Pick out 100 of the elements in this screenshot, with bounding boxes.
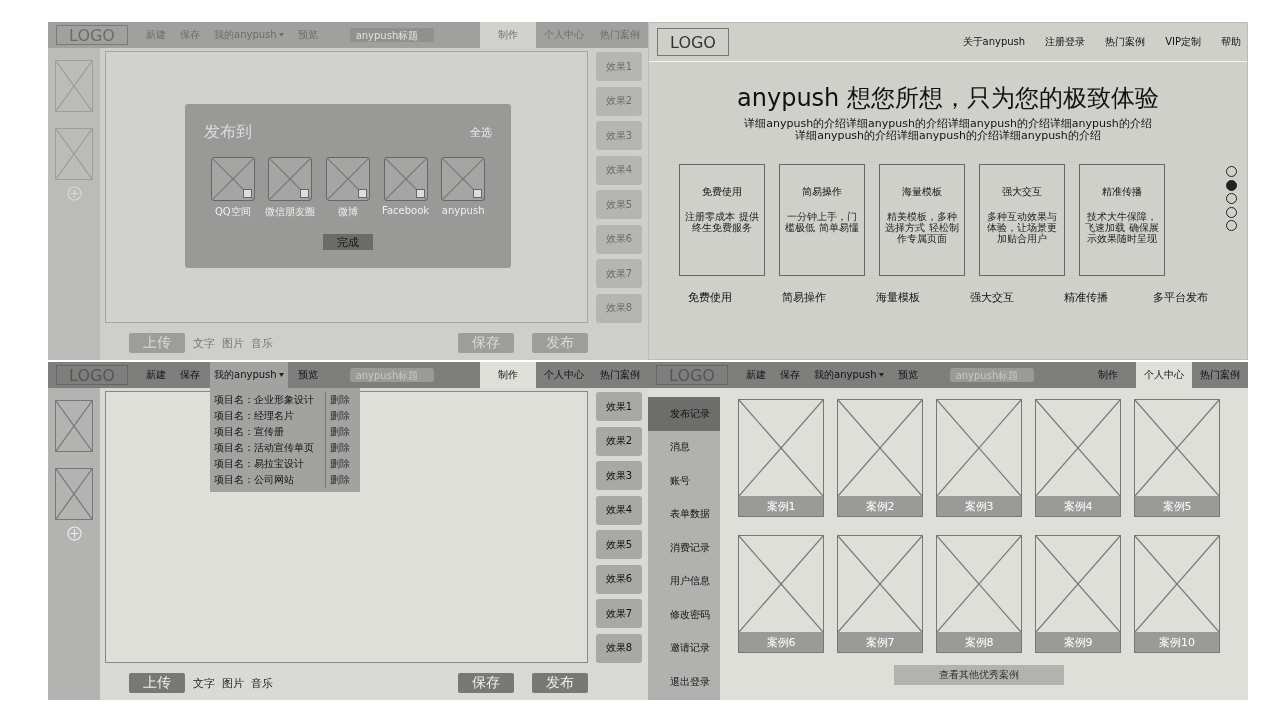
effect-button[interactable]: 效果1 [596, 392, 642, 421]
search-field[interactable]: anypush标题 [349, 28, 434, 42]
carousel-dot[interactable] [1226, 179, 1237, 191]
sidebar-item[interactable]: 用户信息 [648, 564, 720, 598]
nav-link[interactable]: 注册登录 [1045, 35, 1086, 49]
case-card[interactable]: 案例3 [936, 399, 1022, 517]
menu-item[interactable]: 项目名：经理名片 [214, 409, 294, 423]
effect-button[interactable]: 效果7 [596, 599, 642, 628]
menu-item[interactable]: 项目名：易拉宝设计 [214, 457, 304, 471]
effect-button[interactable]: 效果4 [596, 155, 642, 185]
page-thumbnail[interactable] [55, 60, 93, 112]
nav-item[interactable]: 预览 [893, 362, 922, 388]
upload-button[interactable]: 上传 [129, 673, 185, 693]
effect-button[interactable]: 效果3 [596, 461, 642, 490]
done-button[interactable]: 完成 [323, 234, 373, 250]
menu-item[interactable]: 项目名：公司网站 [214, 473, 294, 487]
save-button[interactable]: 保存 [458, 673, 514, 693]
case-card[interactable]: 案例4 [1035, 399, 1121, 517]
dropdown-nav-item[interactable]: 我的anypush [210, 362, 288, 388]
checkbox[interactable] [242, 189, 252, 198]
case-card[interactable]: 案例8 [936, 535, 1022, 653]
menu-item[interactable]: 项目名：企业形象设计 [214, 393, 314, 407]
dropdown-nav-item[interactable]: 我的anypush [810, 362, 888, 388]
checkbox[interactable] [358, 189, 367, 198]
platform-tile[interactable] [383, 157, 428, 201]
effect-button[interactable]: 效果4 [596, 495, 642, 525]
page-thumbnail[interactable] [55, 468, 93, 520]
effect-button[interactable]: 效果8 [596, 633, 642, 663]
sidebar-item[interactable]: 发布记录 [648, 397, 720, 431]
sidebar-item[interactable]: 账号 [648, 464, 720, 498]
hero-subtitle: 详细anypush的介绍详细anypush的介绍详细anypush的介绍详细anypush的介绍 [743, 118, 1153, 130]
sidebar-item[interactable]: 修改密码 [648, 598, 720, 632]
checkbox[interactable] [473, 189, 483, 198]
tool-link[interactable]: 音乐 [251, 335, 273, 351]
tab[interactable]: 制作 [480, 362, 536, 388]
tool-link[interactable]: 图片 [222, 335, 244, 351]
effect-button[interactable]: 效果2 [596, 86, 642, 116]
platform-tile[interactable] [268, 157, 313, 201]
platform-tile[interactable] [326, 157, 370, 201]
publish-button[interactable]: 发布 [532, 673, 588, 693]
more-cases-button[interactable]: 查看其他优秀案例 [894, 665, 1064, 685]
case-card[interactable]: 案例1 [738, 399, 824, 517]
effect-button[interactable]: 效果3 [596, 121, 642, 150]
nav-link[interactable]: 帮助 [1221, 35, 1241, 49]
nav-link[interactable]: VIP定制 [1165, 35, 1201, 49]
nav-item[interactable]: 新建 [142, 362, 170, 388]
tool-link[interactable]: 文字 [193, 675, 215, 691]
tool-link[interactable]: 图片 [222, 675, 244, 691]
delete-link[interactable]: 删除 [325, 392, 356, 408]
tab[interactable]: 个人中心 [536, 362, 592, 388]
sidebar-item[interactable]: 表单数据 [648, 497, 720, 531]
delete-link[interactable]: 删除 [325, 440, 356, 456]
case-card[interactable]: 案例5 [1134, 399, 1220, 517]
effect-button[interactable]: 效果5 [596, 530, 642, 559]
nav-item[interactable]: 保存 [176, 362, 204, 388]
menu-item[interactable]: 项目名：宣传册 [214, 425, 284, 439]
platform-label: anypush [441, 205, 485, 216]
case-caption: 案例2 [838, 496, 922, 516]
checkbox[interactable] [415, 189, 425, 198]
case-card[interactable]: 案例9 [1035, 535, 1121, 653]
page-thumbnail[interactable] [55, 400, 93, 452]
sidebar-item[interactable]: 消费记录 [648, 531, 720, 565]
nav-item[interactable]: 预览 [293, 362, 322, 388]
page-thumbnail[interactable] [55, 128, 93, 180]
effect-button[interactable]: 效果1 [596, 52, 642, 81]
menu-item[interactable]: 项目名：活动宣传单页 [214, 441, 314, 455]
case-card[interactable]: 案例7 [837, 535, 923, 653]
nav-item[interactable]: 保存 [776, 362, 804, 388]
delete-link[interactable]: 删除 [325, 456, 356, 472]
effect-button[interactable]: 效果6 [596, 564, 642, 594]
tool-link[interactable]: 音乐 [251, 675, 273, 691]
case-card[interactable]: 案例2 [837, 399, 923, 517]
nav-item[interactable]: 新建 [742, 362, 770, 388]
effect-button[interactable]: 效果2 [596, 426, 642, 456]
sidebar-item[interactable]: 邀请记录 [648, 631, 720, 665]
effect-button[interactable]: 效果6 [596, 224, 642, 254]
effect-button[interactable]: 效果8 [596, 293, 642, 323]
delete-link[interactable]: 删除 [325, 408, 356, 424]
case-card[interactable]: 案例10 [1134, 535, 1220, 653]
case-card[interactable]: 案例6 [738, 535, 824, 653]
tab[interactable]: 制作 [1080, 362, 1136, 388]
tab[interactable]: 制作 [480, 22, 536, 48]
nav-link[interactable]: 关于anypush [962, 35, 1026, 49]
platform-label: Facebook [382, 205, 430, 216]
delete-link[interactable]: 删除 [325, 424, 356, 440]
tab[interactable]: 个人中心 [1136, 362, 1192, 388]
platform-tile[interactable] [441, 157, 486, 201]
checkbox[interactable] [300, 189, 310, 198]
nav-link[interactable]: 热门案例 [1105, 35, 1146, 49]
sidebar-item[interactable]: 退出登录 [648, 665, 720, 699]
sidebar-item[interactable]: 消息 [648, 430, 720, 464]
tool-link[interactable]: 文字 [193, 335, 215, 351]
tab[interactable]: 热门案例 [1192, 362, 1248, 388]
effect-button[interactable]: 效果5 [596, 190, 642, 219]
delete-link[interactable]: 删除 [325, 472, 356, 488]
tab[interactable]: 热门案例 [592, 362, 648, 388]
effect-button[interactable]: 效果7 [596, 259, 642, 288]
select-all-link[interactable]: 全选 [470, 125, 492, 140]
image-placeholder-icon [211, 158, 254, 200]
platform-tile[interactable] [210, 157, 255, 201]
